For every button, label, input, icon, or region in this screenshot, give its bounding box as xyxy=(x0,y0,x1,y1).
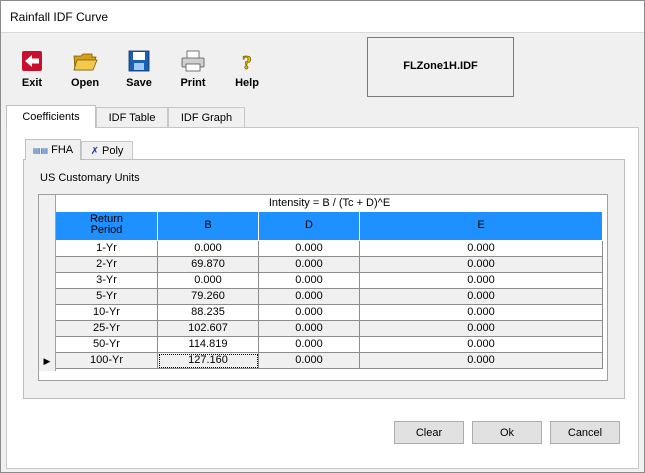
table-cell-d[interactable]: 0.000 xyxy=(259,321,360,337)
tab-idf-graph[interactable]: IDF Graph xyxy=(168,107,245,128)
exit-button[interactable]: Exit xyxy=(10,45,54,95)
table-cell-period[interactable]: 100-Yr xyxy=(56,353,158,369)
tab-idf-table-label: IDF Table xyxy=(108,112,156,124)
table-cell-b[interactable]: 127.160 xyxy=(158,353,259,369)
table-cell-b[interactable]: 69.870 xyxy=(158,257,259,273)
table-cell-e[interactable]: 0.000 xyxy=(360,305,603,321)
table-cell-d[interactable]: 0.000 xyxy=(259,241,360,257)
table-cell-d[interactable]: 0.000 xyxy=(259,353,360,369)
open-label: Open xyxy=(70,77,100,89)
current-row-indicator-icon: ▶ xyxy=(43,356,51,366)
tab-coefficients-label: Coefficients xyxy=(22,111,80,123)
file-name: FLZone1H.IDF xyxy=(403,60,478,72)
table-cell-e[interactable]: 0.000 xyxy=(360,289,603,305)
table-cell-b[interactable]: 114.819 xyxy=(158,337,259,353)
table-cell-b[interactable]: 102.607 xyxy=(158,321,259,337)
table-cell-d[interactable]: 0.000 xyxy=(259,337,360,353)
column-header[interactable]: D xyxy=(259,212,360,240)
table-cell-period[interactable]: 10-Yr xyxy=(56,305,158,321)
table-cell-period[interactable]: 5-Yr xyxy=(56,289,158,305)
formula-header: Intensity = B / (Tc + D)^E xyxy=(268,197,391,209)
table-cell-d[interactable]: 0.000 xyxy=(259,273,360,289)
fha-icon: ▤▤ xyxy=(32,146,49,155)
poly-curve-icon: ✗ xyxy=(90,146,99,157)
help-button[interactable]: ? Help xyxy=(225,45,269,95)
table-cell-d[interactable]: 0.000 xyxy=(259,289,360,305)
table-cell-period[interactable]: 2-Yr xyxy=(56,257,158,273)
open-button[interactable]: Open xyxy=(63,45,107,95)
title-divider xyxy=(1,32,644,33)
tab-fha[interactable]: ▤▤ FHA xyxy=(25,139,81,160)
save-button[interactable]: Save xyxy=(117,45,161,95)
table-cell-e[interactable]: 0.000 xyxy=(360,337,603,353)
tab-fha-label: FHA xyxy=(51,144,74,156)
units-label: US Customary Units xyxy=(40,172,140,184)
column-header[interactable]: Return Period xyxy=(56,212,158,240)
tab-coefficients[interactable]: Coefficients xyxy=(6,105,96,128)
ok-button[interactable]: Ok xyxy=(472,421,542,444)
svg-text:?: ? xyxy=(242,52,252,74)
clear-button[interactable]: Clear xyxy=(394,421,464,444)
table-cell-e[interactable]: 0.000 xyxy=(360,241,603,257)
help-label: Help xyxy=(235,77,259,89)
table-cell-b[interactable]: 0.000 xyxy=(158,241,259,257)
table-cell-period[interactable]: 3-Yr xyxy=(56,273,158,289)
title-bar: Rainfall IDF Curve xyxy=(1,1,644,32)
column-header[interactable]: E xyxy=(360,212,603,240)
table-cell-d[interactable]: 0.000 xyxy=(259,257,360,273)
printer-icon xyxy=(181,50,205,72)
exit-icon xyxy=(22,51,42,71)
cancel-button[interactable]: Cancel xyxy=(550,421,620,444)
column-header[interactable]: B xyxy=(158,212,259,240)
table-cell-e[interactable]: 0.000 xyxy=(360,257,603,273)
table-cell-period[interactable]: 25-Yr xyxy=(56,321,158,337)
help-question-icon: ? xyxy=(242,52,253,74)
table-cell-e[interactable]: 0.000 xyxy=(360,273,603,289)
table-cell-e[interactable]: 0.000 xyxy=(360,321,603,337)
file-name-box: FLZone1H.IDF xyxy=(367,37,514,97)
window-title: Rainfall IDF Curve xyxy=(10,10,109,24)
table-cell-d[interactable]: 0.000 xyxy=(259,305,360,321)
app-window: Rainfall IDF Curve Exit Open Save Print xyxy=(0,0,645,473)
print-label: Print xyxy=(180,77,206,89)
folder-open-icon xyxy=(73,53,98,71)
table-cell-b[interactable]: 0.000 xyxy=(158,273,259,289)
row-selector-gutter xyxy=(39,195,56,371)
table-cell-period[interactable]: 50-Yr xyxy=(56,337,158,353)
exit-label: Exit xyxy=(21,77,43,89)
tab-poly[interactable]: ✗ Poly xyxy=(81,141,133,160)
table-cell-e[interactable]: 0.000 xyxy=(360,353,603,369)
print-button[interactable]: Print xyxy=(171,45,215,95)
floppy-disk-icon xyxy=(128,50,150,72)
tab-idf-table[interactable]: IDF Table xyxy=(96,107,168,128)
tab-poly-label: Poly xyxy=(102,145,124,157)
tab-idf-graph-label: IDF Graph xyxy=(180,112,233,124)
table-cell-b[interactable]: 79.260 xyxy=(158,289,259,305)
table-cell-period[interactable]: 1-Yr xyxy=(56,241,158,257)
table-cell-b[interactable]: 88.235 xyxy=(158,305,259,321)
save-label: Save xyxy=(126,77,152,89)
